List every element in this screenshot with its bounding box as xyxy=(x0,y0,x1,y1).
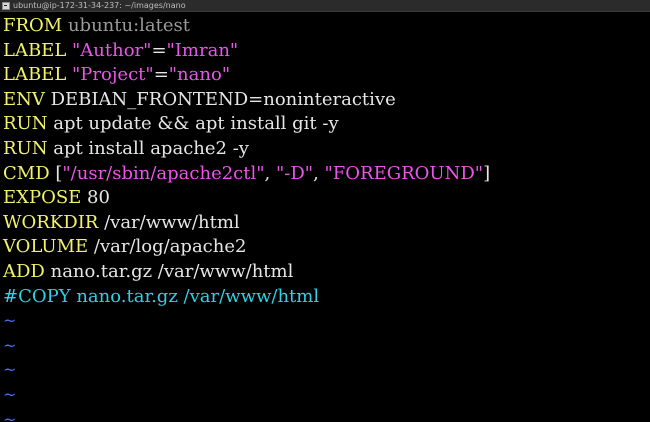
equals-sign: = xyxy=(153,64,169,86)
argument: ubuntu:latest xyxy=(62,15,190,36)
dockerfile-line-volume: VOLUME /var/log/apache2 xyxy=(3,235,647,260)
empty-line-marker: ~ xyxy=(3,311,17,331)
title-bar[interactable]: ubuntu@ip-172-31-34-237: ~/images/nano xyxy=(0,0,650,12)
argument: nano.tar.gz /var/www/html xyxy=(44,260,294,282)
keyword: VOLUME xyxy=(3,236,89,258)
string-literal: "-D" xyxy=(275,162,314,184)
dockerfile-line-cmd: CMD ["/usr/sbin/apache2ctl", "-D", "FORE… xyxy=(3,162,647,187)
keyword: LABEL xyxy=(3,39,67,61)
empty-line-marker: ~ xyxy=(3,360,17,380)
terminal-icon xyxy=(2,1,10,10)
keyword: ADD xyxy=(3,260,45,282)
keyword: FROM xyxy=(3,15,63,36)
dockerfile-line-env: ENV DEBIAN_FRONTEND=noninteractive xyxy=(3,88,647,113)
comment: #COPY nano.tar.gz /var/www/html xyxy=(3,285,320,307)
window-title: ubuntu@ip-172-31-34-237: ~/images/nano xyxy=(13,0,186,10)
dockerfile-line-add: ADD nano.tar.gz /var/www/html xyxy=(3,260,647,285)
separator: , xyxy=(264,162,276,184)
dockerfile-line-expose: EXPOSE 80 xyxy=(3,186,647,211)
keyword: EXPOSE xyxy=(3,187,82,209)
argument: /var/log/apache2 xyxy=(88,236,247,258)
argument: DEBIAN_FRONTEND=noninteractive xyxy=(44,88,396,110)
terminal-window[interactable]: ubuntu@ip-172-31-34-237: ~/images/nano F… xyxy=(0,0,650,422)
vim-editor-buffer[interactable]: FROM ubuntu:latest LABEL "Author"="Imran… xyxy=(3,14,647,422)
string-literal: "/usr/sbin/apache2ctl" xyxy=(62,162,265,184)
keyword: WORKDIR xyxy=(3,211,99,233)
keyword: RUN xyxy=(3,137,48,159)
open-bracket: [ xyxy=(49,162,63,184)
keyword: CMD xyxy=(3,162,50,184)
string-literal: "Project" xyxy=(72,64,154,86)
string-literal: "Imran" xyxy=(166,39,239,61)
keyword: LABEL xyxy=(3,64,67,86)
string-literal: "nano" xyxy=(168,64,231,86)
empty-line-marker: ~ xyxy=(3,409,17,422)
argument: apt update && apt install git -y xyxy=(47,113,339,135)
empty-line-marker: ~ xyxy=(3,384,17,404)
equals-sign: = xyxy=(151,39,167,61)
empty-line-marker: ~ xyxy=(3,335,17,355)
argument: /var/www/html xyxy=(98,211,240,233)
string-literal: "FOREGROUND" xyxy=(324,162,484,184)
argument: apt install apache2 -y xyxy=(47,137,249,159)
close-bracket: ] xyxy=(483,162,491,184)
dockerfile-line-from: FROM ubuntu:latest xyxy=(3,14,647,39)
dockerfile-line-run-git: RUN apt update && apt install git -y xyxy=(3,112,647,137)
string-literal: "Author" xyxy=(72,39,152,61)
dockerfile-line-run-apache: RUN apt install apache2 -y xyxy=(3,137,647,162)
keyword: ENV xyxy=(3,88,45,110)
keyword: RUN xyxy=(3,113,48,135)
dockerfile-line-label-author: LABEL "Author"="Imran" xyxy=(3,39,647,64)
separator: , xyxy=(313,162,325,184)
dockerfile-line-label-project: LABEL "Project"="nano" xyxy=(3,63,647,88)
dockerfile-line-comment-copy: #COPY nano.tar.gz /var/www/html xyxy=(3,285,647,310)
argument: 80 xyxy=(81,187,110,209)
dockerfile-line-workdir: WORKDIR /var/www/html xyxy=(3,211,647,236)
